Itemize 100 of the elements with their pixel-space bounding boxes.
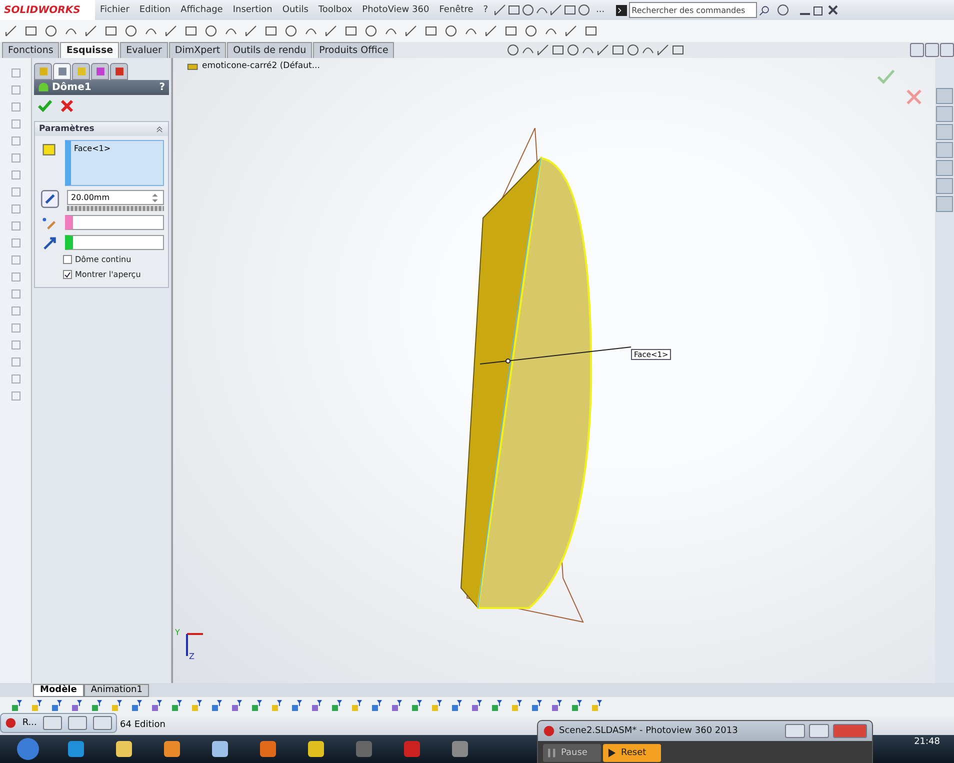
tool-icon[interactable]: [324, 24, 338, 38]
tool-icon[interactable]: [184, 24, 198, 38]
checkbox[interactable]: [63, 270, 72, 279]
checkbox[interactable]: [63, 255, 72, 264]
selection-field[interactable]: [65, 235, 164, 250]
render-button[interactable]: Reset: [603, 744, 661, 762]
filter-icon[interactable]: [490, 699, 504, 713]
panel-tab[interactable]: [53, 62, 71, 80]
filter-icon[interactable]: [210, 699, 224, 713]
window-button[interactable]: [940, 43, 954, 57]
tool-icon[interactable]: [507, 3, 522, 17]
tool-icon[interactable]: [564, 24, 578, 38]
toolbar-overflow[interactable]: ...: [591, 5, 610, 15]
window-button[interactable]: [910, 43, 924, 57]
help-link[interactable]: ?: [159, 82, 165, 93]
menu-item[interactable]: PhotoView 360: [357, 5, 434, 15]
tool-icon[interactable]: [124, 24, 138, 38]
menu-item[interactable]: ?: [478, 5, 494, 15]
tool-icon[interactable]: [164, 24, 178, 38]
panel-tab[interactable]: [110, 62, 128, 80]
tool-icon[interactable]: [577, 3, 592, 17]
menu-item[interactable]: Insertion: [228, 5, 278, 15]
filter-icon[interactable]: [70, 699, 84, 713]
command-tab[interactable]: Produits Office: [313, 42, 394, 58]
tool-icon[interactable]: [524, 24, 538, 38]
selection-field[interactable]: [65, 215, 164, 230]
filter-icon[interactable]: [290, 699, 304, 713]
filter-icon[interactable]: [130, 699, 144, 713]
panel-tab[interactable]: [72, 62, 90, 80]
search-field[interactable]: Rechercher des commandes: [628, 2, 757, 18]
maximize-button[interactable]: [68, 716, 87, 730]
close-icon[interactable]: [826, 3, 840, 17]
view-tool-icon[interactable]: [611, 43, 626, 57]
view-tool-icon[interactable]: [551, 43, 566, 57]
filter-icon[interactable]: [430, 699, 444, 713]
filter-icon[interactable]: [550, 699, 564, 713]
cancel-icon[interactable]: [60, 99, 74, 113]
filter-icon[interactable]: [390, 699, 404, 713]
model-tab[interactable]: Modèle: [33, 684, 84, 696]
filter-icon[interactable]: [150, 699, 164, 713]
menu-item[interactable]: Outils: [277, 5, 314, 15]
view-tool-icon[interactable]: [671, 43, 686, 57]
filter-icon[interactable]: [110, 699, 124, 713]
tool-icon[interactable]: [244, 24, 258, 38]
filter-icon[interactable]: [90, 699, 104, 713]
group-header[interactable]: Paramètres: [35, 122, 168, 136]
tool-icon[interactable]: [344, 24, 358, 38]
render-button[interactable]: Pause: [543, 744, 601, 762]
distance-field[interactable]: 20.00mm: [67, 190, 164, 205]
tool-icon[interactable]: [444, 24, 458, 38]
filter-icon[interactable]: [510, 699, 524, 713]
tool-icon[interactable]: [4, 24, 18, 38]
tool-icon[interactable]: [84, 24, 98, 38]
filter-icon[interactable]: [350, 699, 364, 713]
tool-icon[interactable]: [584, 24, 598, 38]
tool-icon[interactable]: [364, 24, 378, 38]
view-tool-icon[interactable]: [596, 43, 610, 57]
tool-icon[interactable]: [204, 24, 218, 38]
minimized-window[interactable]: R...: [0, 713, 117, 733]
filter-icon[interactable]: [370, 699, 384, 713]
view-tool-icon[interactable]: [566, 43, 580, 57]
menu-item[interactable]: Fichier: [95, 5, 134, 15]
selection-list[interactable]: Face<1>: [65, 140, 164, 186]
tool-icon[interactable]: [504, 24, 518, 38]
menu-item[interactable]: Edition: [134, 5, 176, 15]
tool-icon[interactable]: [484, 24, 498, 38]
thumbwheel[interactable]: [67, 206, 164, 211]
window-button[interactable]: [925, 43, 939, 57]
tool-icon[interactable]: [493, 3, 508, 17]
panel-tab[interactable]: [34, 62, 52, 80]
restore-button[interactable]: [42, 716, 62, 730]
option-checkbox[interactable]: Montrer l'aperçu: [35, 266, 168, 281]
tree-item[interactable]: emoticone-carré2 (Défaut...: [187, 60, 320, 72]
view-tool-icon[interactable]: [656, 43, 670, 57]
filter-icon[interactable]: [570, 699, 584, 713]
view-tool-icon[interactable]: [626, 43, 640, 57]
filter-icon[interactable]: [230, 699, 244, 713]
tool-icon[interactable]: [104, 24, 118, 38]
filter-icon[interactable]: [250, 699, 264, 713]
tool-icon[interactable]: [521, 3, 536, 17]
tool-icon[interactable]: [563, 3, 578, 17]
filter-icon[interactable]: [590, 699, 604, 713]
filter-icon[interactable]: [50, 699, 64, 713]
menu-item[interactable]: Toolbox: [313, 5, 358, 15]
command-tab[interactable]: DimXpert: [168, 42, 226, 58]
filter-icon[interactable]: [190, 699, 204, 713]
tool-icon[interactable]: [24, 24, 38, 38]
tool-icon[interactable]: [424, 24, 438, 38]
filter-icon[interactable]: [10, 699, 24, 713]
view-tool-icon[interactable]: [506, 43, 520, 57]
panel-tab[interactable]: [91, 62, 109, 80]
option-checkbox[interactable]: Dôme continu: [35, 251, 168, 266]
command-tab[interactable]: Outils de rendu: [227, 42, 312, 58]
maximize-button[interactable]: [809, 724, 829, 738]
model-tab[interactable]: Animation1: [84, 684, 150, 696]
command-tab[interactable]: Evaluer: [120, 42, 168, 58]
tool-icon[interactable]: [404, 24, 418, 38]
view-tool-icon[interactable]: [536, 43, 550, 57]
tool-icon[interactable]: [264, 24, 278, 38]
filter-icon[interactable]: [410, 699, 424, 713]
